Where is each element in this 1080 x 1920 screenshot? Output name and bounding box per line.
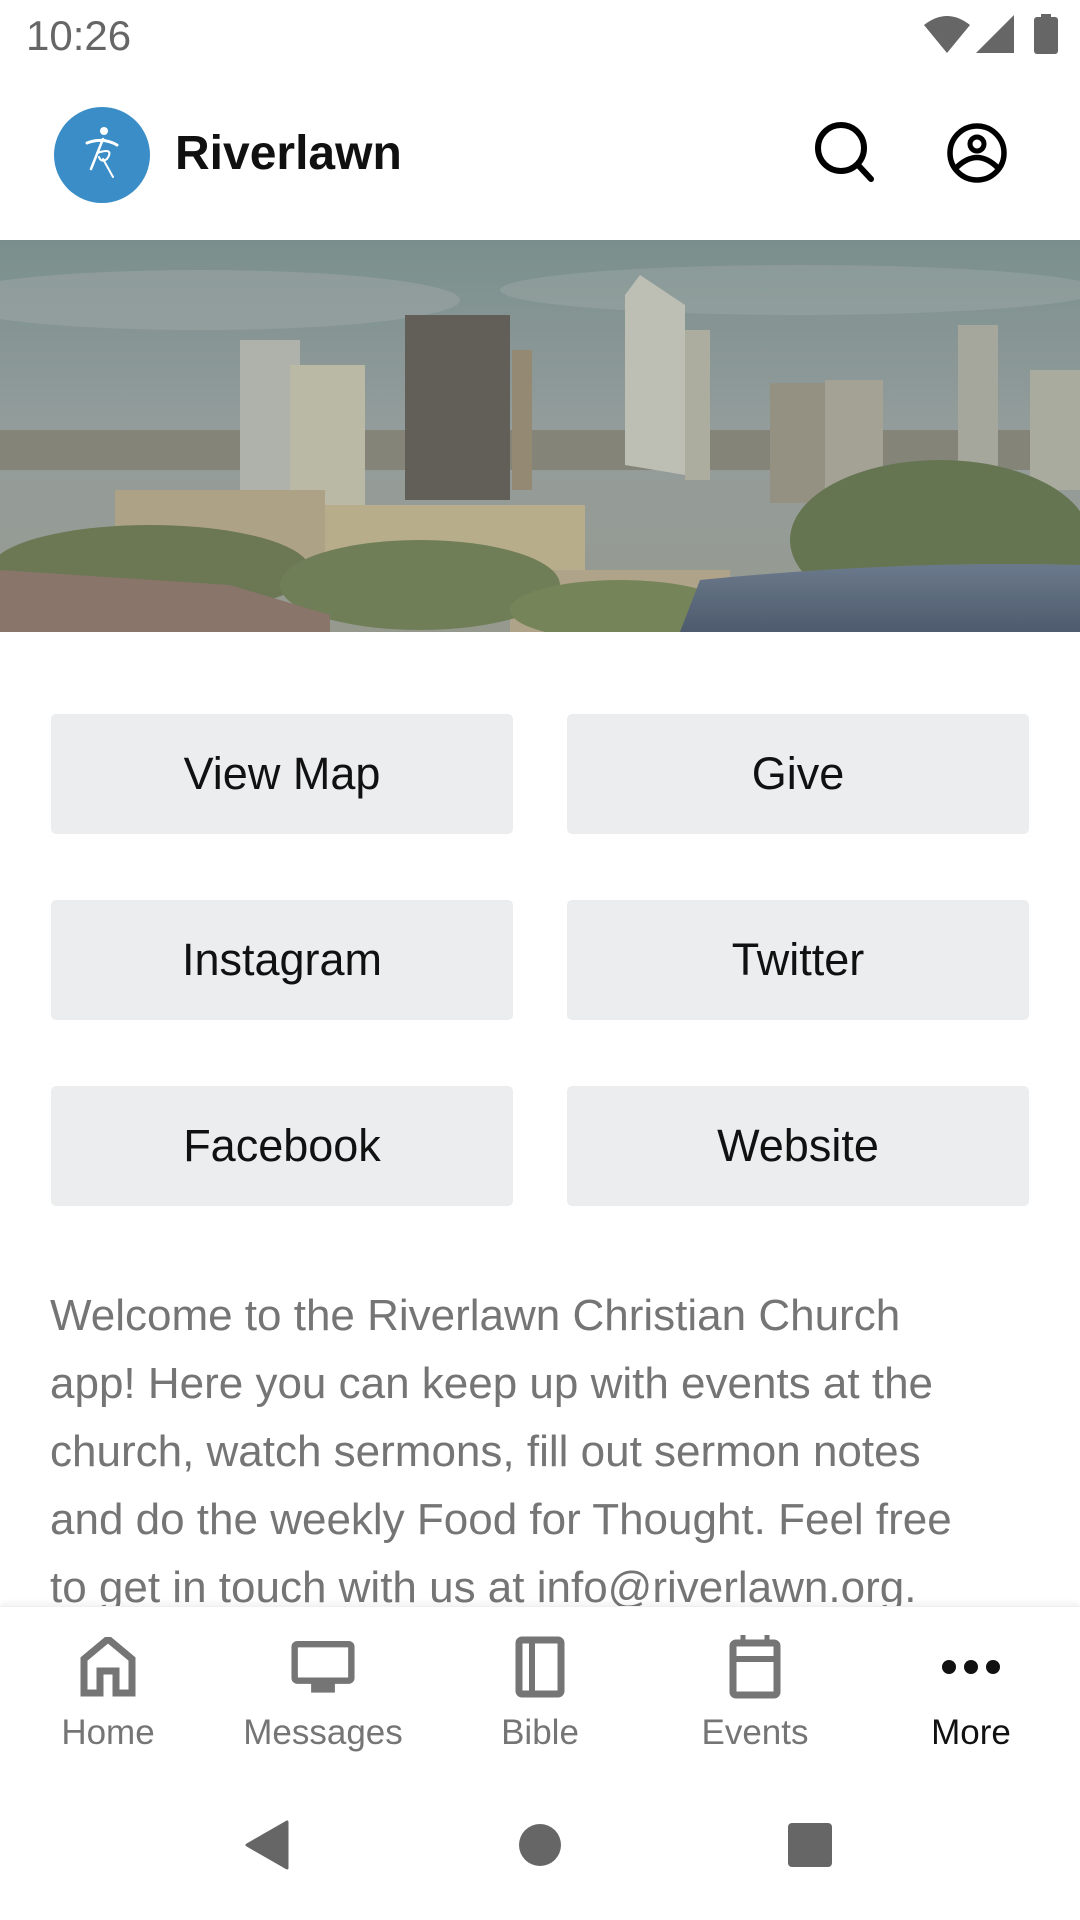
facebook-button[interactable]: Facebook [51, 1086, 513, 1206]
nav-item-messages[interactable]: Messages [223, 1607, 423, 1761]
wifi-icon [924, 15, 970, 58]
riverlawn-runner-logo-icon [77, 123, 127, 188]
search-icon [813, 121, 877, 190]
nav-label-bible: Bible [501, 1713, 579, 1752]
status-bar: 10:26 [0, 0, 1080, 76]
search-button[interactable] [805, 115, 885, 195]
recents-square-icon [787, 1822, 833, 1873]
welcome-line: church, watch sermons, fill out sermon n… [50, 1427, 921, 1476]
calendar-icon [723, 1635, 787, 1699]
nav-item-events[interactable]: Events [655, 1607, 855, 1761]
twitter-button[interactable]: Twitter [567, 900, 1029, 1020]
battery-icon [1034, 13, 1058, 59]
status-time: 10:26 [26, 12, 132, 59]
nav-label-messages: Messages [243, 1713, 403, 1752]
home-icon [76, 1635, 140, 1699]
nav-item-more[interactable]: More [871, 1607, 1071, 1761]
nav-item-home[interactable]: Home [8, 1607, 208, 1761]
status-icons [924, 13, 1058, 59]
system-home-button[interactable] [490, 1797, 590, 1897]
nav-label-events: Events [701, 1713, 809, 1752]
account-button[interactable] [937, 115, 1017, 195]
welcome-text: Welcome to the Riverlawn Christian Churc… [50, 1282, 1040, 1622]
hero-image [0, 240, 1080, 632]
nav-label-home: Home [61, 1713, 155, 1752]
system-navigation-bar [0, 1760, 1080, 1920]
welcome-line: and do the weekly Food for Thought. Feel… [50, 1495, 952, 1544]
website-button[interactable]: Website [567, 1086, 1029, 1206]
account-circle-icon [945, 121, 1009, 190]
app-title: Riverlawn [175, 127, 402, 180]
welcome-line: Welcome to the Riverlawn Christian Churc… [50, 1291, 901, 1340]
book-icon [508, 1635, 572, 1699]
monitor-icon [291, 1635, 355, 1699]
nav-label-more: More [931, 1713, 1011, 1752]
app-header: Riverlawn [0, 76, 1080, 240]
system-recents-button[interactable] [760, 1797, 860, 1897]
welcome-line: app! Here you can keep up with events at… [50, 1359, 934, 1408]
more-horizontal-icon [939, 1635, 1003, 1699]
give-button[interactable]: Give [567, 714, 1029, 834]
home-circle-icon [518, 1823, 562, 1872]
bottom-navigation: Home Messages Bible Events More [0, 1606, 1080, 1761]
app-logo[interactable] [54, 107, 150, 203]
nav-item-bible[interactable]: Bible [440, 1607, 640, 1761]
system-back-button[interactable] [217, 1797, 317, 1897]
instagram-button[interactable]: Instagram [51, 900, 513, 1020]
view-map-button[interactable]: View Map [51, 714, 513, 834]
cellular-signal-icon [976, 14, 1014, 58]
back-triangle-icon [245, 1820, 289, 1875]
